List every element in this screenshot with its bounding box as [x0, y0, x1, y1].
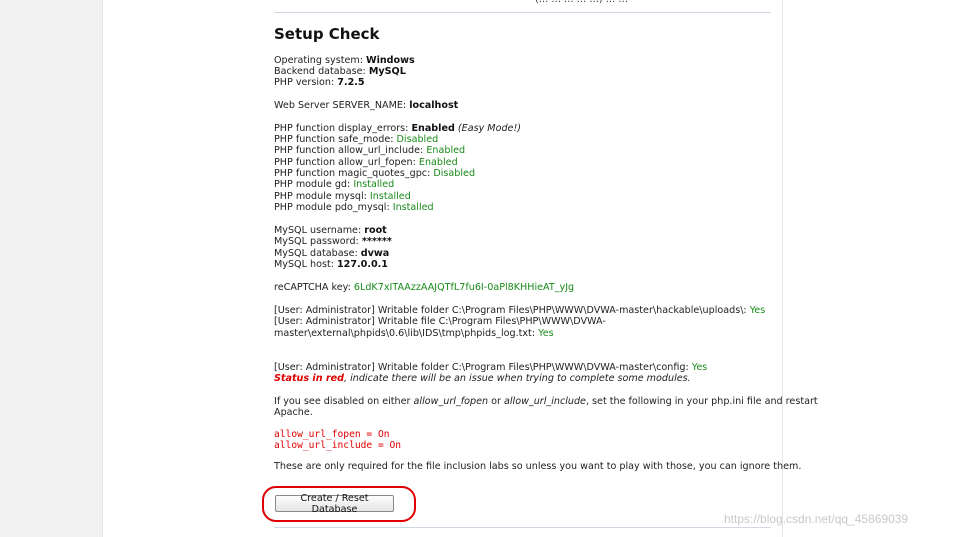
- php-check-label: PHP module pdo_mysql:: [274, 202, 393, 213]
- php-check-row: PHP module pdo_mysql: Installed: [274, 202, 434, 213]
- php-check-value: Disabled: [433, 168, 476, 179]
- php-check-row: PHP function magic_quotes_gpc: Disabled: [274, 168, 475, 179]
- os-value: Windows: [365, 55, 415, 66]
- mysql-host-value: 127.0.0.1: [336, 259, 388, 270]
- db-value: MySQL: [368, 66, 406, 77]
- writable-uploads-value: Yes: [749, 305, 766, 316]
- php-check-value: Installed: [353, 179, 395, 190]
- watermark: https://blog.csdn.net/qq_45869039: [724, 512, 909, 526]
- disabled-note: If you see disabled on either allow_url_…: [274, 396, 818, 407]
- writable-uploads-label: [User: Administrator] Writable folder C:…: [274, 305, 750, 316]
- db-row: Backend database: MySQL: [274, 66, 406, 77]
- php-check-value: Installed: [392, 202, 434, 213]
- mysql-password-label: MySQL password:: [274, 236, 362, 247]
- php-check-label: PHP module gd:: [274, 179, 354, 190]
- footer-divider: [274, 527, 771, 528]
- writable-phpids-row-continued: master\external\phpids\0.6\lib\IDS\tmp\p…: [274, 328, 554, 339]
- php-check-value: Enabled: [426, 145, 466, 156]
- os-row: Operating system: Windows: [274, 55, 415, 66]
- right-gutter: [783, 0, 972, 537]
- mysql-password-value: ******: [361, 236, 392, 247]
- php-check-value: Disabled: [396, 134, 439, 145]
- php-check-row: PHP function allow_url_fopen: Enabled: [274, 157, 458, 168]
- option-allow-url-fopen: allow_url_fopen: [413, 396, 489, 407]
- php-check-label: PHP function allow_url_include:: [274, 145, 427, 156]
- php-check-row: PHP function safe_mode: Disabled: [274, 134, 438, 145]
- php-check-row: PHP module mysql: Installed: [274, 191, 411, 202]
- disabled-note-continued: Apache.: [274, 407, 313, 418]
- server-name-value: localhost: [409, 100, 459, 111]
- mysql-database-row: MySQL database: dvwa: [274, 248, 389, 259]
- create-reset-database-button[interactable]: Create / Reset Database: [275, 493, 394, 515]
- php-check-row: PHP function display_errors: Enabled (Ea…: [274, 123, 521, 134]
- os-label: Operating system:: [274, 55, 366, 66]
- mysql-password-row: MySQL password: ******: [274, 236, 392, 247]
- option-allow-url-include: allow_url_include: [503, 396, 586, 407]
- php-version-row: PHP version: 7.2.5: [274, 77, 365, 88]
- php-check-row: PHP function allow_url_include: Enabled: [274, 145, 465, 156]
- mysql-username-value: root: [364, 225, 387, 236]
- php-check-label: PHP module mysql:: [274, 191, 370, 202]
- header-fragment: (… … … … …) … …: [535, 0, 628, 5]
- writable-phpids-label: [User: Administrator] Writable file C:\P…: [274, 316, 606, 327]
- php-check-value: Installed: [369, 191, 411, 202]
- footer-note: These are only required for the file inc…: [274, 461, 802, 472]
- db-label: Backend database:: [274, 66, 369, 77]
- php-check-value: Enabled: [418, 157, 458, 168]
- writable-phpids-label-continued: master\external\phpids\0.6\lib\IDS\tmp\p…: [274, 328, 539, 339]
- mysql-database-value: dvwa: [360, 248, 390, 259]
- recaptcha-key-value: 6LdK7xITAAzzAAJQTfL7fu6I-0aPl8KHHieAT_yJ…: [353, 282, 575, 293]
- php-version-label: PHP version:: [274, 77, 338, 88]
- main-panel: [102, 0, 783, 537]
- status-note-text: , indicate there will be an issue when t…: [344, 373, 691, 384]
- disabled-note-text: , set the following in your php.ini file…: [585, 396, 818, 407]
- code-line-fopen: allow_url_fopen = On: [274, 429, 390, 440]
- php-version-value: 7.2.5: [337, 77, 365, 88]
- php-check-label: PHP function magic_quotes_gpc:: [274, 168, 434, 179]
- php-check-label: PHP function safe_mode:: [274, 134, 397, 145]
- server-name-row: Web Server SERVER_NAME: localhost: [274, 100, 458, 111]
- code-line-include: allow_url_include = On: [274, 440, 402, 451]
- recaptcha-row: reCAPTCHA key: 6LdK7xITAAzzAAJQTfL7fu6I-…: [274, 282, 574, 293]
- writable-config-label: [User: Administrator] Writable folder C:…: [274, 362, 692, 373]
- status-note: Status in red, indicate there will be an…: [274, 373, 691, 384]
- mysql-host-label: MySQL host:: [274, 259, 337, 270]
- disabled-note-text: If you see disabled on either: [274, 396, 414, 407]
- writable-phpids-row: [User: Administrator] Writable file C:\P…: [274, 316, 606, 327]
- header-divider: [274, 12, 771, 13]
- php-check-label: PHP function allow_url_fopen:: [274, 157, 419, 168]
- disabled-note-text: or: [488, 396, 504, 407]
- php-check-label: PHP function display_errors:: [274, 123, 412, 134]
- php-check-note: (Easy Mode!): [454, 123, 522, 134]
- recaptcha-label: reCAPTCHA key:: [274, 282, 354, 293]
- php-check-value: Enabled: [411, 123, 455, 134]
- writable-uploads-row: [User: Administrator] Writable folder C:…: [274, 305, 765, 316]
- page-title: Setup Check: [274, 25, 380, 43]
- mysql-database-label: MySQL database:: [274, 248, 361, 259]
- mysql-username-label: MySQL username:: [274, 225, 365, 236]
- status-red-label: Status in red: [274, 373, 344, 384]
- writable-config-value: Yes: [691, 362, 708, 373]
- writable-config-row: [User: Administrator] Writable folder C:…: [274, 362, 707, 373]
- writable-phpids-value: Yes: [538, 328, 554, 339]
- server-name-label: Web Server SERVER_NAME:: [274, 100, 410, 111]
- php-check-row: PHP module gd: Installed: [274, 179, 394, 190]
- left-gutter: [0, 0, 102, 537]
- mysql-host-row: MySQL host: 127.0.0.1: [274, 259, 388, 270]
- mysql-username-row: MySQL username: root: [274, 225, 387, 236]
